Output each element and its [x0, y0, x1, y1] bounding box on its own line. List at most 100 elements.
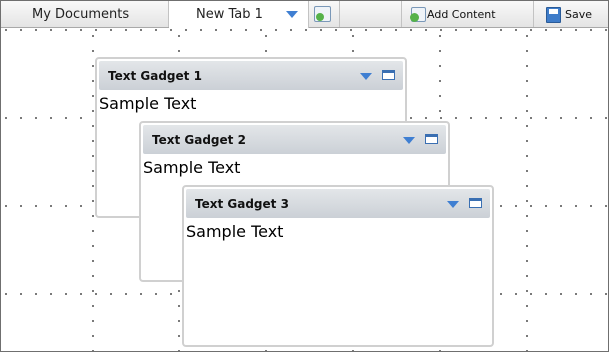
gadget-header[interactable]: Text Gadget 1 — [99, 61, 403, 90]
grid-dot — [526, 110, 528, 112]
maximize-icon[interactable] — [382, 70, 395, 80]
grid-dot — [575, 293, 577, 295]
grid-dot — [352, 35, 354, 37]
grid-dot — [500, 29, 502, 31]
grid-dot — [440, 29, 442, 31]
grid-dot — [215, 29, 217, 31]
grid-dot — [575, 117, 577, 119]
add-content-button[interactable]: Add Content — [401, 1, 534, 27]
grid-dot — [605, 205, 607, 207]
grid-dot — [515, 293, 517, 295]
grid-dot — [125, 293, 127, 295]
maximize-icon[interactable] — [425, 134, 438, 144]
grid-dot — [200, 29, 202, 31]
grid-dot — [590, 205, 592, 207]
grid-dot — [5, 293, 7, 295]
maximize-icon[interactable] — [469, 198, 482, 208]
grid-dot — [178, 335, 180, 337]
grid-dot — [92, 110, 94, 112]
dashboard-window: My Documents New Tab 1 Add Content Save … — [0, 0, 609, 352]
grid-dot — [530, 205, 532, 207]
grid-dot — [92, 305, 94, 307]
grid-dot — [425, 117, 427, 119]
grid-dot — [526, 80, 528, 82]
grid-dot — [526, 275, 528, 277]
grid-dot — [20, 117, 22, 119]
save-button[interactable]: Save — [534, 1, 608, 27]
grid-dot — [80, 117, 82, 119]
grid-dot — [170, 293, 172, 295]
grid-dot — [530, 293, 532, 295]
grid-dot — [92, 35, 94, 37]
grid-dot — [526, 335, 528, 337]
grid-dot — [178, 305, 180, 307]
grid-dot — [575, 205, 577, 207]
grid-dot — [439, 95, 441, 97]
grid-dot — [526, 215, 528, 217]
grid-dot — [526, 140, 528, 142]
tab-new-tab-1[interactable]: New Tab 1 — [169, 1, 309, 28]
grid-dot — [352, 50, 354, 52]
grid-dot — [92, 200, 94, 202]
grid-dot — [410, 117, 412, 119]
grid-dot — [92, 275, 94, 277]
gadget-header[interactable]: Text Gadget 2 — [143, 125, 446, 154]
grid-dot — [590, 293, 592, 295]
grid-dot — [260, 29, 262, 31]
grid-dot — [455, 117, 457, 119]
grid-dot — [526, 230, 528, 232]
grid-dot — [530, 29, 532, 31]
grid-dot — [485, 117, 487, 119]
grid-dot — [265, 35, 267, 37]
add-content-icon — [410, 7, 426, 22]
grid-dot — [545, 117, 547, 119]
grid-dot — [92, 170, 94, 172]
grid-dot — [178, 320, 180, 322]
chevron-down-icon[interactable] — [286, 11, 298, 18]
grid-dot — [80, 293, 82, 295]
gadget-header[interactable]: Text Gadget 3 — [186, 189, 490, 218]
chevron-down-icon[interactable] — [360, 73, 372, 80]
grid-dot — [526, 200, 528, 202]
grid-dot — [526, 245, 528, 247]
grid-dot — [170, 29, 172, 31]
grid-dot — [65, 117, 67, 119]
grid-dot — [92, 335, 94, 337]
tab-label: My Documents — [32, 7, 130, 22]
grid-dot — [290, 29, 292, 31]
save-icon — [546, 7, 561, 23]
grid-dot — [50, 293, 52, 295]
chevron-down-icon[interactable] — [403, 137, 415, 144]
grid-dot — [92, 50, 94, 52]
grid-dot — [65, 205, 67, 207]
grid-dot — [560, 117, 562, 119]
grid-dot — [335, 29, 337, 31]
tab-my-documents[interactable]: My Documents — [1, 1, 169, 27]
grid-dot — [515, 29, 517, 31]
grid-dot — [140, 29, 142, 31]
grid-dot — [275, 29, 277, 31]
chevron-down-icon[interactable] — [447, 201, 459, 208]
grid-dot — [65, 293, 67, 295]
grid-dot — [20, 29, 22, 31]
grid-dot — [470, 29, 472, 31]
grid-dot — [92, 185, 94, 187]
grid-dot — [92, 125, 94, 127]
grid-dot — [92, 290, 94, 292]
gadget[interactable]: Text Gadget 3 Sample Text — [182, 185, 494, 347]
grid-dot — [20, 293, 22, 295]
grid-dot — [526, 290, 528, 292]
grid-dot — [526, 305, 528, 307]
grid-dot — [92, 215, 94, 217]
grid-dot — [526, 155, 528, 157]
grid-dot — [526, 170, 528, 172]
grid-dot — [526, 125, 528, 127]
grid-dot — [35, 205, 37, 207]
grid-dot — [605, 117, 607, 119]
grid-dot — [439, 80, 441, 82]
grid-dot — [410, 29, 412, 31]
grid-dot — [515, 205, 517, 207]
grid-dot — [440, 117, 442, 119]
grid-dot — [65, 29, 67, 31]
new-tab-button[interactable] — [309, 1, 340, 27]
